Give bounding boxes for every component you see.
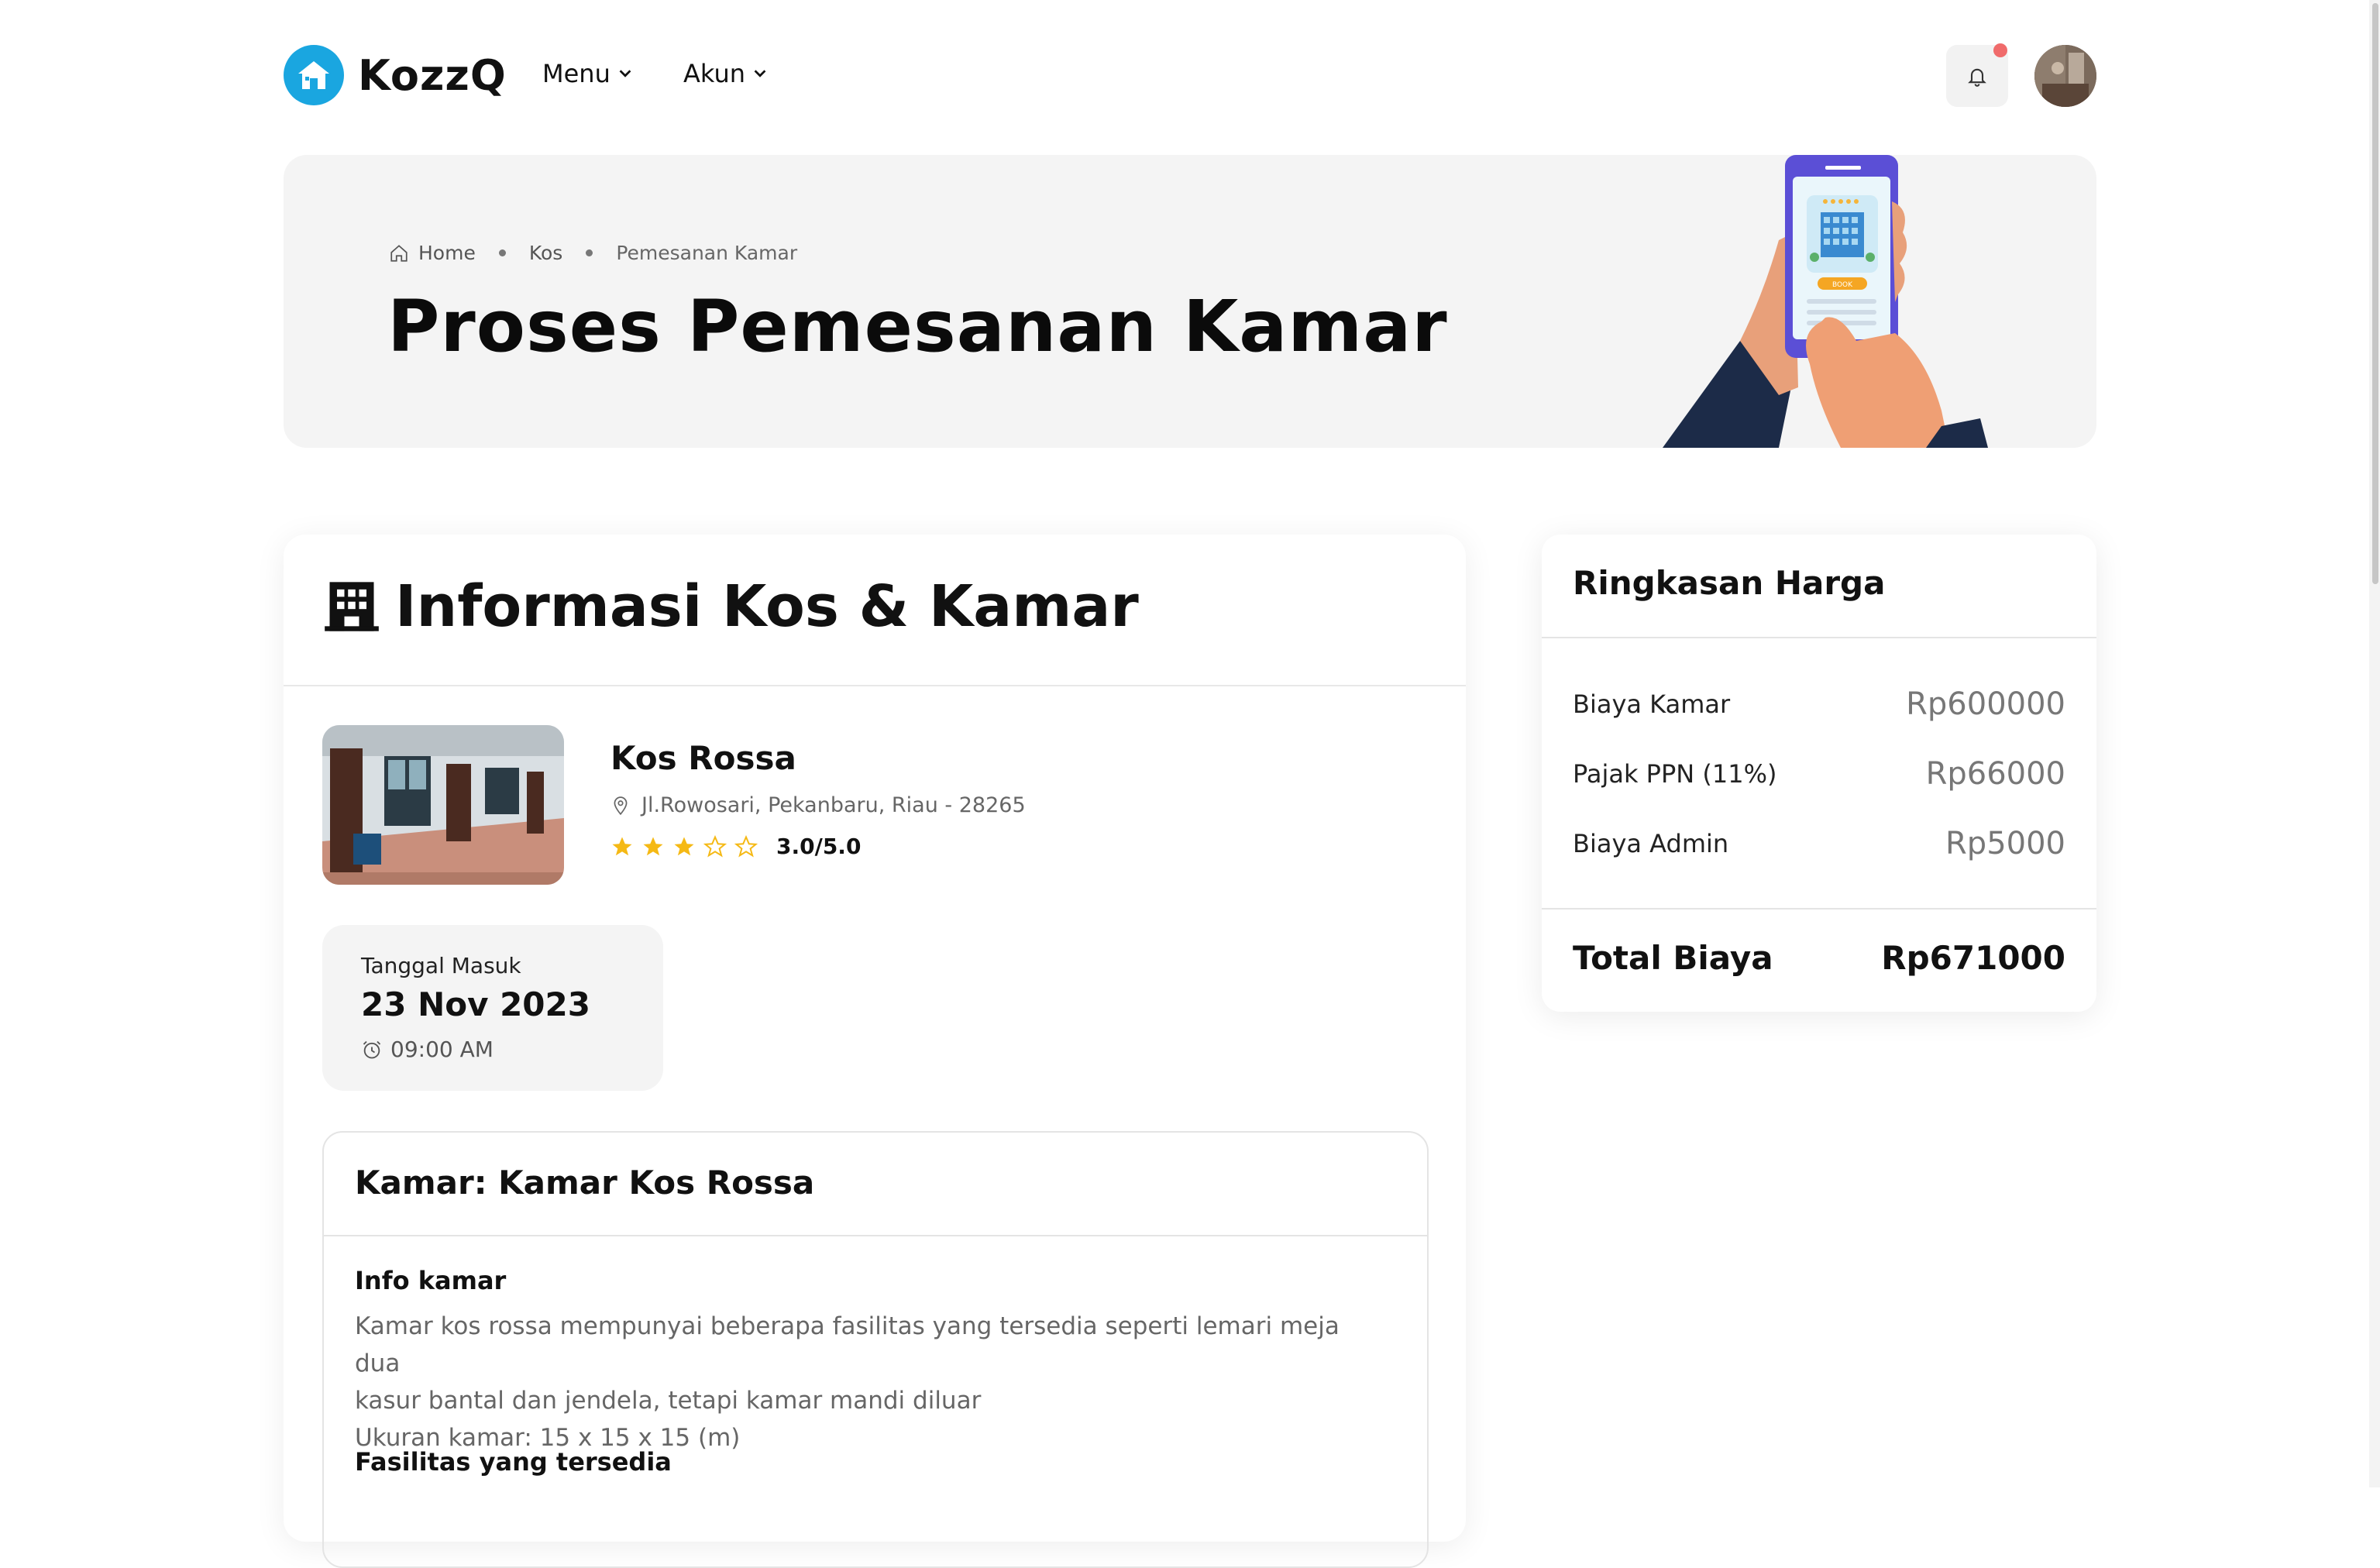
date-label: Tanggal Masuk (361, 953, 521, 978)
price-value: Rp5000 (1945, 826, 2065, 861)
top-navbar: KozzQ Menu Akun (0, 0, 2380, 155)
star-outline-icon (703, 834, 727, 857)
illustration-book-label: BOOK (1832, 281, 1853, 289)
kos-address-text: Jl.Rowosari, Pekanbaru, Riau - 28265 (641, 793, 1026, 817)
price-label: Biaya Admin (1573, 829, 1729, 858)
facilities-label: Fasilitas yang tersedia (355, 1447, 672, 1477)
bell-icon (1968, 68, 1986, 87)
logo[interactable]: KozzQ (284, 45, 507, 105)
chevron-down-icon (754, 70, 766, 77)
summary-header: Ringkasan Harga (1542, 535, 2096, 638)
price-value: Rp600000 (1906, 686, 2065, 722)
nav-akun-label: Akun (683, 59, 745, 88)
room-info-line: Kamar kos rossa mempunyai beberapa fasil… (355, 1312, 1340, 1377)
room-info-label: Info kamar (355, 1266, 507, 1295)
price-summary-card: Ringkasan Harga Biaya Kamar Rp600000 Paj… (1542, 535, 2096, 1012)
room-title: Kamar: Kamar Kos Rossa (355, 1164, 815, 1202)
check-in-time: 09:00 AM (361, 1037, 494, 1062)
star-outline-icon (734, 834, 758, 857)
breadcrumb-kos[interactable]: Kos (529, 242, 562, 264)
page-scrollbar[interactable] (2369, 0, 2380, 1487)
nav-akun[interactable]: Akun (683, 59, 769, 88)
rating-value: 3.0/5.0 (776, 834, 862, 859)
home-icon (390, 244, 408, 262)
price-row-room: Biaya Kamar Rp600000 (1573, 686, 2065, 722)
price-row-tax: Pajak PPN (11%) Rp66000 (1573, 756, 2065, 792)
total-value: Rp671000 (1881, 939, 2065, 977)
card-header: Informasi Kos & Kamar (284, 535, 1466, 686)
room-detail-box: Kamar: Kamar Kos Rossa Info kamar Kamar … (322, 1131, 1429, 1568)
chevron-down-icon (619, 70, 631, 77)
breadcrumb-home[interactable]: Home (418, 242, 476, 264)
summary-footer: Total Biaya Rp671000 (1542, 908, 2096, 1013)
total-row: Total Biaya Rp671000 (1573, 939, 2065, 977)
check-in-time-text: 09:00 AM (390, 1037, 494, 1062)
house-icon (284, 45, 344, 105)
price-label: Pajak PPN (11%) (1573, 759, 1777, 789)
room-info-line: kasur bantal dan jendela, tetapi kamar m… (355, 1387, 982, 1415)
location-pin-icon (614, 796, 628, 815)
nav-menu[interactable]: Menu (542, 59, 634, 88)
alarm-clock-icon (363, 1040, 381, 1058)
section-title-text: Informasi Kos & Kamar (395, 573, 1139, 640)
star-filled-icon (643, 837, 663, 855)
kos-photo (322, 725, 564, 885)
kos-rating: 3.0/5.0 (610, 834, 861, 859)
kos-address: Jl.Rowosari, Pekanbaru, Riau - 28265 (610, 793, 1026, 817)
price-value: Rp66000 (1925, 756, 2065, 792)
breadcrumb-separator (586, 249, 593, 256)
price-label: Biaya Kamar (1573, 689, 1731, 719)
summary-title: Ringkasan Harga (1573, 564, 1886, 602)
hero-banner: Home Kos Pemesanan Kamar Proses Pemesana… (284, 155, 2096, 448)
page-title: Proses Pemesanan Kamar (387, 285, 1448, 368)
star-filled-icon (674, 837, 694, 855)
date-value: 23 Nov 2023 (361, 985, 590, 1023)
notification-badge (1993, 43, 2007, 57)
total-label: Total Biaya (1573, 939, 1773, 977)
scrollbar-thumb[interactable] (2372, 3, 2378, 584)
room-info-text: Kamar kos rossa mempunyai beberapa fasil… (355, 1308, 1377, 1456)
star-filled-icon (612, 837, 632, 855)
section-title: Informasi Kos & Kamar (322, 573, 1139, 640)
avatar[interactable] (2034, 45, 2096, 107)
phone-booking-illustration: BOOK (1663, 155, 1988, 448)
breadcrumb: Home Kos Pemesanan Kamar (389, 242, 797, 264)
breadcrumb-separator (498, 249, 506, 256)
nav-menu-label: Menu (542, 59, 610, 88)
building-icon (325, 582, 379, 631)
logo-text: KozzQ (358, 50, 507, 100)
kos-room-info-card: Informasi Kos & Kamar Kos Rossa Jl.Rowos… (284, 535, 1466, 1568)
breadcrumb-current: Pemesanan Kamar (616, 242, 798, 264)
check-in-date-box: Tanggal Masuk 23 Nov 2023 09:00 AM (322, 925, 663, 1091)
kos-name: Kos Rossa (610, 739, 796, 777)
room-header: Kamar: Kamar Kos Rossa (324, 1133, 1427, 1236)
price-row-admin: Biaya Admin Rp5000 (1573, 826, 2065, 861)
